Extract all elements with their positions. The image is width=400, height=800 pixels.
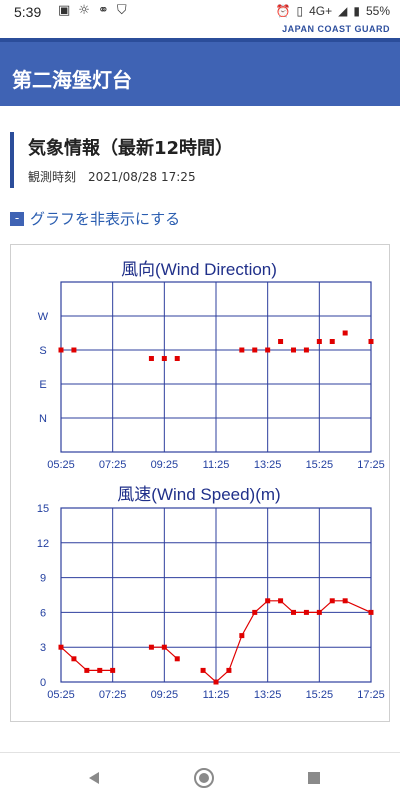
wind-direction-point (342, 330, 348, 336)
wind-direction-y-tick-label: S (39, 345, 46, 357)
wind-speed-point (329, 598, 335, 604)
wind-direction-point (161, 356, 167, 361)
wind-speed-line (60, 646, 113, 671)
wind-speed-x-tick-label: 17:25 (357, 689, 385, 701)
org-logo-text: JAPAN COAST GUARD (282, 24, 390, 34)
status-bar: 5:39 ▣ ☼ ⚭ ⛉ ⏰ ▯ 4G+ ◢ ▮ 55% (0, 0, 400, 24)
wind-speed-x-tick-label: 13:25 (254, 689, 282, 701)
wind-speed-y-tick-label: 3 (40, 642, 46, 654)
wind-direction-point (303, 347, 309, 353)
wind-speed-point (342, 598, 348, 604)
wind-direction-title: 風向(Wind Direction) (121, 260, 277, 279)
hide-graph-toggle[interactable]: - グラフを非表示にする (10, 208, 180, 229)
wind-speed-point (316, 609, 322, 615)
wind-direction-point (174, 356, 180, 361)
wind-speed-point (278, 598, 284, 604)
wind-direction-point (368, 339, 374, 344)
wind-direction-point (265, 347, 271, 353)
wind-direction-x-tick-label: 05:25 (47, 459, 75, 471)
wind-speed-x-tick-label: 11:25 (203, 689, 230, 701)
wind-speed-point (291, 609, 296, 615)
wind-speed-point (58, 644, 64, 650)
wind-direction-point (71, 347, 77, 353)
wind-speed-point (97, 667, 103, 673)
hide-graph-link[interactable]: グラフを非表示にする (30, 208, 180, 229)
notification-icons: ▣ ☼ ⚭ ⛉ (58, 3, 127, 18)
wind-speed-point (368, 609, 374, 615)
battery-level: 55% (365, 4, 390, 18)
page-title: 第二海堡灯台 (12, 68, 132, 92)
wind-direction-x-tick-label: 15:25 (306, 459, 334, 471)
battery-icon: ▮ (353, 4, 360, 18)
wind-speed-point (265, 598, 271, 604)
weather-section-heading: 気象情報（最新12時間） 観測時刻 2021/08/28 17:25 (10, 132, 394, 188)
wind-direction-point (252, 347, 258, 353)
chart-panel: 風向(Wind Direction) 05:25 07:25 09:25 11:25 1… (10, 244, 390, 722)
status-time: 5:39 (14, 4, 42, 20)
wind-speed-grid (60, 507, 372, 683)
system-nav-bar (0, 756, 400, 800)
observation-value: 2021/08/28 17:25 (88, 170, 196, 184)
wind-speed-title: 風速(Wind Speed)(m) (117, 485, 280, 504)
wind-direction-point (278, 339, 284, 344)
wind-speed-x-tick-label: 15:25 (306, 689, 334, 701)
charts-svg: 風向(Wind Direction) 05:25 07:25 09:25 11:25 1… (37, 260, 385, 701)
wind-speed-y-tick-label: 12 (37, 538, 49, 550)
vibrate-icon: ▯ (296, 4, 304, 18)
network-label: 4G+ (309, 4, 333, 18)
system-icons: ⏰ ▯ 4G+ ◢ ▮ 55% (276, 4, 390, 18)
home-icon[interactable] (184, 766, 224, 790)
wind-speed-point (174, 656, 180, 662)
wind-direction-y-tick-label: E (39, 379, 46, 391)
wind-speed-point (84, 667, 90, 673)
wind-speed-y-tick-label: 6 (40, 607, 46, 619)
wind-direction-x-tick-label: 07:25 (99, 459, 127, 471)
wind-direction-x-tick-label: 17:25 (357, 459, 385, 471)
wind-direction-point (291, 347, 296, 353)
bulb-icon: ☼ (78, 3, 90, 18)
wind-speed-x-tick-label: 05:25 (47, 689, 75, 701)
wind-direction-x-tick-label: 11:25 (203, 459, 230, 471)
wind-direction-point (316, 339, 322, 344)
wind-speed-point (161, 644, 167, 650)
wind-speed-point (252, 609, 258, 615)
image-icon: ▣ (58, 3, 71, 18)
wind-direction-point (148, 356, 154, 361)
section-title: 気象情報（最新12時間） (28, 138, 234, 159)
collapse-icon[interactable]: - (10, 211, 24, 226)
wind-direction-grid (60, 281, 372, 453)
wind-direction-ticks: 05:25 07:25 09:25 11:25 13:25 15:25 17:25 N E S W (38, 311, 385, 471)
wind-speed-point (303, 609, 309, 615)
footer-divider (0, 752, 400, 753)
wind-speed-y-tick-label: 9 (40, 573, 46, 585)
wind-direction-y-tick-label: W (38, 311, 49, 323)
observation-label: 観測時刻 (28, 170, 77, 184)
wind-speed-point (213, 679, 219, 685)
wind-direction-point (58, 347, 64, 353)
shield-icon: ⛉ (116, 3, 127, 18)
org-strip: JAPAN COAST GUARD (0, 24, 400, 38)
wind-direction-y-tick-label: N (39, 413, 47, 425)
observation-time: 観測時刻 2021/08/28 17:25 (28, 168, 196, 185)
wind-speed-point (200, 667, 206, 673)
wind-speed-x-tick-label: 09:25 (151, 689, 179, 701)
recents-icon[interactable] (294, 766, 334, 790)
wind-direction-point (329, 339, 335, 344)
link-icon: ⚭ (97, 3, 109, 18)
page-header: 第二海堡灯台 (0, 38, 400, 106)
wind-speed-point (71, 656, 77, 662)
back-icon[interactable] (74, 766, 114, 790)
wind-direction-point (239, 347, 245, 353)
wind-direction-x-tick-label: 13:25 (254, 459, 282, 471)
wind-speed-point (110, 667, 116, 673)
wind-speed-y-tick-label: 15 (37, 503, 49, 515)
signal-icon: ◢ (338, 4, 348, 18)
wind-speed-point (148, 644, 154, 650)
wind-direction-x-tick-label: 09:25 (151, 459, 179, 471)
wind-speed-x-tick-label: 07:25 (99, 689, 127, 701)
wind-speed-point (226, 667, 232, 673)
wind-speed-y-tick-label: 0 (40, 677, 46, 689)
alarm-icon: ⏰ (275, 4, 291, 18)
wind-speed-point (239, 633, 245, 639)
